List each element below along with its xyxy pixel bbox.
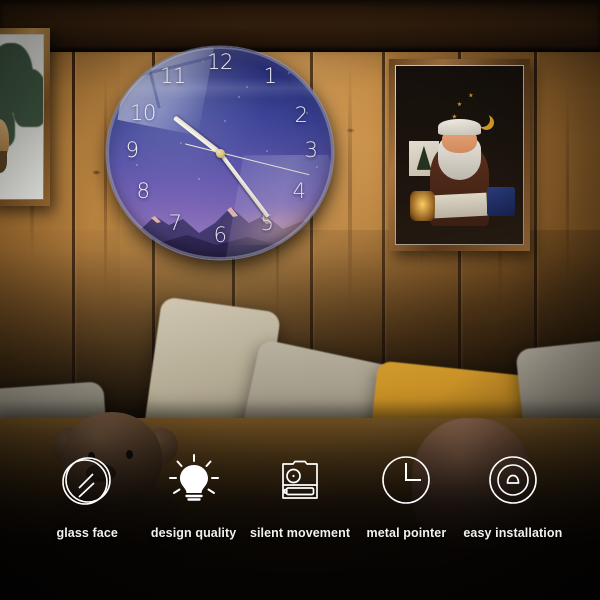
frame-artwork-santa xyxy=(396,66,523,244)
feature-label: easy installation xyxy=(463,526,563,540)
figure-legs xyxy=(0,151,7,173)
feature-metal-pointer[interactable]: metal pointer xyxy=(353,450,459,540)
clock-dial: 12 1 2 3 4 5 6 7 8 9 10 11 xyxy=(107,47,333,259)
clock-numeral-7: 7 xyxy=(168,211,182,235)
santa-letter xyxy=(433,192,488,219)
star-icon xyxy=(457,101,462,107)
product-image: 12 1 2 3 4 5 6 7 8 9 10 11 glass face de… xyxy=(0,0,600,600)
clock-numeral-11: 11 xyxy=(160,64,186,88)
clock-numeral-4: 4 xyxy=(292,179,306,203)
clock-numeral-6: 6 xyxy=(213,223,227,247)
wood-knot xyxy=(346,128,355,133)
clock-numeral-3: 3 xyxy=(304,138,318,162)
feature-easy-installation[interactable]: easy installation xyxy=(460,450,566,540)
clock-numeral-10: 10 xyxy=(130,101,156,125)
clock-numeral-1: 1 xyxy=(263,64,277,88)
feature-silent-movement[interactable]: silent movement xyxy=(247,450,353,540)
feature-list: glass face design quality silent movemen… xyxy=(0,450,600,570)
feature-label: metal pointer xyxy=(366,526,447,540)
reflection-band xyxy=(107,77,333,99)
feature-label: design quality xyxy=(150,526,237,540)
clock-pointer-icon xyxy=(375,450,437,512)
santa-hat xyxy=(437,119,482,136)
lantern xyxy=(409,190,436,221)
wall-clock[interactable]: 12 1 2 3 4 5 6 7 8 9 10 11 xyxy=(107,47,333,261)
feature-label: glass face xyxy=(56,526,118,540)
feature-design-quality[interactable]: design quality xyxy=(140,450,246,540)
wall-hook-icon xyxy=(482,450,544,512)
star-icon xyxy=(468,92,474,98)
feature-label: silent movement xyxy=(249,526,351,540)
star-icon xyxy=(451,114,457,119)
ceiling-beam xyxy=(0,0,600,52)
clock-numeral-2: 2 xyxy=(294,103,308,127)
clock-center-cap xyxy=(215,148,225,158)
clock-numeral-9: 9 xyxy=(125,138,139,162)
lightbulb-icon xyxy=(163,450,225,512)
frame-artwork-winter-scene xyxy=(0,35,43,199)
wood-knot xyxy=(92,170,101,175)
feature-glass-face[interactable]: glass face xyxy=(34,450,140,540)
pine-tree xyxy=(13,69,43,127)
picture-frame-left xyxy=(0,28,50,206)
clock-numeral-8: 8 xyxy=(136,179,150,203)
glass-face-icon xyxy=(56,450,118,512)
picture-frame-right xyxy=(389,59,530,251)
gift-box xyxy=(487,187,516,216)
clock-numeral-12: 12 xyxy=(207,50,233,74)
quartz-movement-icon xyxy=(269,450,331,512)
